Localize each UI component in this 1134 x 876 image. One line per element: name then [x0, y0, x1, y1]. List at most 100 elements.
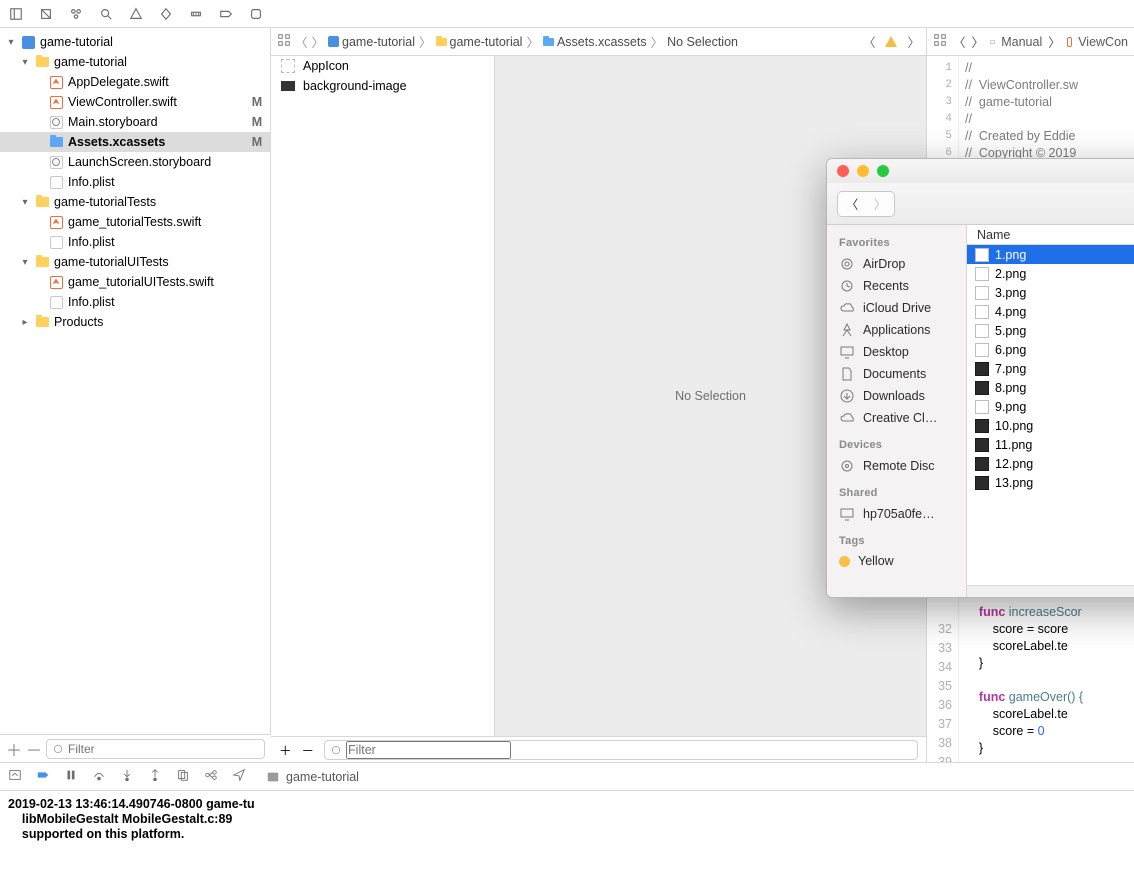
debug-target-label[interactable]: game-tutorial — [286, 770, 359, 784]
add-file-button[interactable]: ＋ — [6, 737, 20, 761]
file-row[interactable]: 11.png — [967, 435, 1134, 454]
prev-issue-button[interactable]: 〈 — [863, 32, 876, 51]
file-row[interactable]: 10.png — [967, 416, 1134, 435]
file-row[interactable]: 1.png — [967, 245, 1134, 264]
back-button[interactable]: 〈 — [953, 32, 966, 51]
tree-folder-products[interactable]: ▸ Products — [0, 312, 270, 332]
file-row[interactable]: 7.png — [967, 359, 1134, 378]
tree-folder-tests[interactable]: ▾ game-tutorialTests — [0, 192, 270, 212]
pause-icon[interactable] — [64, 768, 78, 785]
chevron-down-icon[interactable]: ▾ — [6, 37, 16, 48]
sidebar-icloud[interactable]: iCloud Drive — [827, 297, 966, 319]
navigator-filter-bar: ＋ － — [0, 734, 271, 762]
issue-nav-icon[interactable] — [128, 6, 144, 22]
tree-label: AppDelegate.swift — [68, 75, 270, 89]
file-row[interactable]: 9.png — [967, 397, 1134, 416]
back-button[interactable]: 〈 — [295, 32, 308, 51]
tree-file-testsfile[interactable]: game_tutorialTests.swift — [0, 212, 270, 232]
file-row[interactable]: 8.png — [967, 378, 1134, 397]
file-row[interactable]: 4.png — [967, 302, 1134, 321]
tree-folder-app[interactable]: ▾ game-tutorial — [0, 52, 270, 72]
asset-bgimage[interactable]: background-image — [271, 76, 494, 96]
breakpoints-icon[interactable] — [36, 768, 50, 785]
location-icon[interactable] — [232, 768, 246, 785]
navigator-filter-input[interactable] — [68, 742, 259, 756]
finder-column-header[interactable]: Name — [967, 225, 1134, 245]
tree-file-viewcontroller[interactable]: ViewController.swift M — [0, 92, 270, 112]
sidebar-airdrop[interactable]: AirDrop — [827, 253, 966, 275]
test-nav-icon[interactable] — [158, 6, 174, 22]
sidebar-applications[interactable]: Applications — [827, 319, 966, 341]
sidebar-creativecloud[interactable]: Creative Cl… — [827, 407, 966, 429]
finder-back-button[interactable]: 〈 — [838, 192, 866, 216]
debug-console[interactable]: 2019-02-13 13:46:14.490746-0800 game-tu … — [0, 790, 1134, 876]
file-row[interactable]: 5.png — [967, 321, 1134, 340]
sidebar-recents[interactable]: Recents — [827, 275, 966, 297]
minimize-button[interactable] — [857, 165, 869, 177]
chevron-down-icon[interactable]: ▾ — [20, 257, 30, 268]
breakpoint-nav-icon[interactable] — [218, 6, 234, 22]
warning-icon[interactable] — [883, 34, 899, 50]
finder-titlebar[interactable] — [827, 159, 1134, 183]
next-issue-button[interactable]: 〉 — [907, 32, 920, 51]
crumb-manual[interactable]: Manual — [1001, 35, 1042, 49]
tree-file-info1[interactable]: Info.plist — [0, 172, 270, 192]
source-nav-icon[interactable] — [38, 6, 54, 22]
crumb-file[interactable]: ViewCon — [1078, 35, 1128, 49]
file-nav-icon[interactable] — [8, 6, 24, 22]
add-asset-button[interactable]: ＋ — [279, 740, 292, 759]
sidebar-desktop[interactable]: Desktop — [827, 341, 966, 363]
tree-root[interactable]: ▾ game-tutorial — [0, 32, 270, 52]
tree-file-mainsb[interactable]: Main.storyboard M — [0, 112, 270, 132]
chevron-down-icon[interactable]: ▾ — [20, 197, 30, 208]
file-row[interactable]: 12.png — [967, 454, 1134, 473]
finder-forward-button[interactable]: 〉 — [866, 192, 894, 216]
file-row[interactable]: 13.png — [967, 473, 1134, 492]
remove-file-button[interactable]: － — [26, 737, 40, 761]
crumb-assets[interactable]: Assets.xcassets — [543, 35, 647, 49]
related-items-icon[interactable] — [933, 33, 947, 50]
toggle-debug-area-icon[interactable] — [8, 768, 22, 785]
symbol-nav-icon[interactable] — [68, 6, 84, 22]
sidebar-downloads[interactable]: Downloads — [827, 385, 966, 407]
tree-file-launch[interactable]: LaunchScreen.storyboard — [0, 152, 270, 172]
asset-filter-input[interactable] — [346, 741, 511, 759]
finder-window[interactable]: 〈 〉 ⌄ Favorites AirDrop Recents iCloud D… — [826, 158, 1134, 598]
crumb-selection[interactable]: No Selection — [667, 35, 738, 49]
sidebar-shared-hp[interactable]: hp705a0fe… — [827, 503, 966, 525]
crumb-project[interactable]: game-tutorial — [328, 35, 415, 49]
sidebar-tag-yellow[interactable]: Yellow — [827, 551, 966, 571]
chevron-down-icon[interactable]: ▾ — [20, 57, 30, 68]
tree-folder-uitests[interactable]: ▾ game-tutorialUITests — [0, 252, 270, 272]
asset-appicon[interactable]: AppIcon — [271, 56, 494, 76]
sidebar-documents[interactable]: Documents — [827, 363, 966, 385]
memory-graph-icon[interactable] — [204, 768, 218, 785]
crumb-folder[interactable]: game-tutorial — [436, 35, 523, 49]
sidebar-remotedisc[interactable]: Remote Disc — [827, 455, 966, 477]
report-nav-icon[interactable] — [248, 6, 264, 22]
step-over-icon[interactable] — [92, 768, 106, 785]
step-out-icon[interactable] — [148, 768, 162, 785]
horizontal-scrollbar[interactable] — [967, 585, 1134, 597]
close-button[interactable] — [837, 165, 849, 177]
tree-file-info2[interactable]: Info.plist — [0, 232, 270, 252]
tree-file-uitestsfile[interactable]: game_tutorialUITests.swift — [0, 272, 270, 292]
remove-asset-button[interactable]: － — [302, 740, 315, 759]
zoom-button[interactable] — [877, 165, 889, 177]
tree-file-appdelegate[interactable]: AppDelegate.swift — [0, 72, 270, 92]
tree-file-info3[interactable]: Info.plist — [0, 292, 270, 312]
file-row[interactable]: 3.png — [967, 283, 1134, 302]
related-items-icon[interactable] — [277, 33, 291, 50]
file-row[interactable]: 6.png — [967, 340, 1134, 359]
tree-file-assets[interactable]: Assets.xcassets M — [0, 132, 270, 152]
view-debug-icon[interactable] — [176, 768, 190, 785]
forward-button[interactable]: 〉 — [972, 32, 985, 51]
folder-icon — [36, 57, 49, 67]
step-into-icon[interactable] — [120, 768, 134, 785]
chevron-right-icon[interactable]: ▸ — [20, 317, 30, 328]
file-row[interactable]: 2.png — [967, 264, 1134, 283]
navigator-toolbar — [0, 0, 1134, 28]
debug-nav-icon[interactable] — [188, 6, 204, 22]
find-nav-icon[interactable] — [98, 6, 114, 22]
forward-button[interactable]: 〉 — [312, 32, 325, 51]
